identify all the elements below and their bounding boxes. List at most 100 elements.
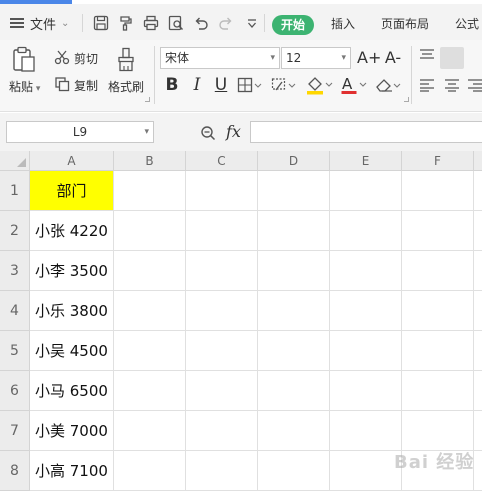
customize-dropdown-icon[interactable]	[243, 14, 261, 32]
column-header-b[interactable]: B	[114, 151, 186, 171]
empty-cell[interactable]	[258, 371, 330, 411]
tab-insert[interactable]: 插入	[331, 14, 355, 34]
align-center-icon[interactable]	[443, 78, 461, 92]
increase-font-size-button[interactable]: A+	[357, 48, 381, 68]
column-header-f[interactable]: F	[402, 151, 474, 171]
font-name-select[interactable]: 宋体 ▾	[160, 47, 280, 69]
name-box[interactable]: L9 ▾	[6, 121, 154, 143]
empty-cell[interactable]	[474, 411, 482, 451]
empty-cell[interactable]	[186, 371, 258, 411]
font-dialog-launcher[interactable]	[404, 97, 409, 102]
cell-a1-header[interactable]: 部门	[30, 171, 114, 211]
cell-a7[interactable]: 小美 7000	[30, 411, 114, 451]
row-header-7[interactable]: 7	[0, 411, 30, 451]
empty-cell[interactable]	[186, 291, 258, 331]
cell-a4[interactable]: 小乐 3800	[30, 291, 114, 331]
empty-cell[interactable]	[258, 451, 330, 491]
column-header-d[interactable]: D	[258, 151, 330, 171]
row-header-3[interactable]: 3	[0, 251, 30, 291]
empty-cell[interactable]	[186, 211, 258, 251]
empty-cell[interactable]	[258, 171, 330, 211]
empty-cell[interactable]	[114, 411, 186, 451]
align-right-icon[interactable]	[468, 78, 482, 92]
print-preview-icon[interactable]	[167, 14, 185, 32]
empty-cell[interactable]	[258, 291, 330, 331]
row-header-1[interactable]: 1	[0, 171, 30, 211]
clipboard-dialog-launcher[interactable]	[145, 97, 150, 102]
empty-cell[interactable]	[474, 291, 482, 331]
empty-cell[interactable]	[474, 171, 482, 211]
empty-cell[interactable]	[186, 251, 258, 291]
align-left-icon[interactable]	[418, 78, 436, 92]
format-painter-brush-icon[interactable]	[115, 47, 137, 73]
empty-cell[interactable]	[402, 251, 474, 291]
fill-color-icon[interactable]	[305, 75, 333, 95]
decrease-font-size-button[interactable]: A-	[383, 48, 403, 68]
empty-cell[interactable]	[474, 371, 482, 411]
column-header-g-partial[interactable]	[474, 151, 482, 171]
empty-cell[interactable]	[114, 171, 186, 211]
empty-cell[interactable]	[114, 451, 186, 491]
empty-cell[interactable]	[330, 211, 402, 251]
eraser-icon[interactable]	[374, 76, 402, 94]
font-color-icon[interactable]: A	[340, 75, 368, 95]
empty-cell[interactable]	[186, 171, 258, 211]
empty-cell[interactable]	[402, 331, 474, 371]
empty-cell[interactable]	[330, 251, 402, 291]
borders-icon[interactable]	[237, 77, 263, 93]
column-header-a[interactable]: A	[30, 151, 114, 171]
font-size-select[interactable]: 12 ▾	[281, 47, 351, 69]
empty-cell[interactable]	[258, 211, 330, 251]
empty-cell[interactable]	[258, 331, 330, 371]
cell-a3[interactable]: 小李 3500	[30, 251, 114, 291]
underline-button[interactable]: U	[211, 75, 231, 95]
formula-input[interactable]	[250, 121, 482, 143]
empty-cell[interactable]	[114, 331, 186, 371]
tab-page-layout[interactable]: 页面布局	[381, 14, 429, 34]
empty-cell[interactable]	[258, 411, 330, 451]
paste-icon[interactable]	[11, 46, 37, 74]
empty-cell[interactable]	[330, 411, 402, 451]
empty-cell[interactable]	[474, 211, 482, 251]
empty-cell[interactable]	[402, 171, 474, 211]
row-header-4[interactable]: 4	[0, 291, 30, 331]
empty-cell[interactable]	[114, 251, 186, 291]
print-icon[interactable]	[142, 14, 160, 32]
redo-icon[interactable]	[217, 14, 235, 32]
format-painter-icon[interactable]	[117, 14, 135, 32]
format-painter-button[interactable]: 格式刷	[108, 78, 144, 95]
row-header-8[interactable]: 8	[0, 451, 30, 491]
select-all-button[interactable]	[0, 151, 30, 171]
empty-cell[interactable]	[114, 291, 186, 331]
clear-format-icon[interactable]	[271, 77, 297, 93]
row-header-6[interactable]: 6	[0, 371, 30, 411]
empty-cell[interactable]	[474, 451, 482, 491]
empty-cell[interactable]	[330, 451, 402, 491]
copy-button[interactable]: 复制	[74, 77, 98, 94]
paste-button[interactable]: 粘贴 ▾	[9, 78, 40, 95]
row-header-2[interactable]: 2	[0, 211, 30, 251]
empty-cell[interactable]	[114, 371, 186, 411]
tab-home[interactable]: 开始	[272, 15, 314, 35]
empty-cell[interactable]	[186, 411, 258, 451]
column-header-e[interactable]: E	[330, 151, 402, 171]
tab-formulas[interactable]: 公式	[455, 14, 479, 34]
empty-cell[interactable]	[402, 211, 474, 251]
undo-icon[interactable]	[192, 14, 210, 32]
empty-cell[interactable]	[330, 331, 402, 371]
zoom-search-icon[interactable]	[200, 125, 216, 141]
cell-a5[interactable]: 小吴 4500	[30, 331, 114, 371]
empty-cell[interactable]	[402, 291, 474, 331]
empty-cell[interactable]	[258, 251, 330, 291]
file-menu[interactable]: 文件 ⌄	[10, 12, 69, 34]
insert-function-button[interactable]: fx	[226, 122, 241, 141]
row-header-5[interactable]: 5	[0, 331, 30, 371]
cell-a2[interactable]: 小张 4220	[30, 211, 114, 251]
save-icon[interactable]	[92, 14, 110, 32]
bold-button[interactable]: B	[162, 75, 182, 95]
empty-cell[interactable]	[330, 291, 402, 331]
cell-a6[interactable]: 小马 6500	[30, 371, 114, 411]
empty-cell[interactable]	[402, 411, 474, 451]
empty-cell[interactable]	[330, 371, 402, 411]
cell-a8[interactable]: 小高 7100	[30, 451, 114, 491]
